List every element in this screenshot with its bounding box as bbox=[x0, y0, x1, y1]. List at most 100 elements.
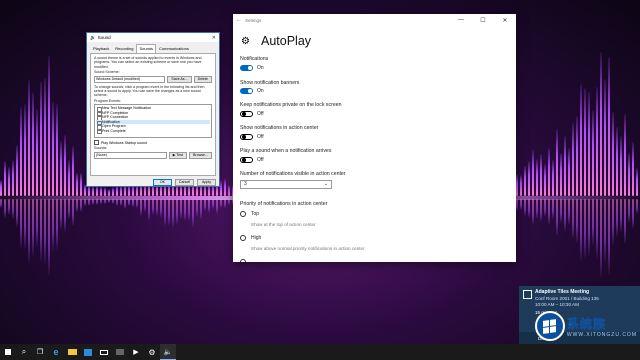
close-icon[interactable]: ✕ bbox=[212, 35, 216, 41]
media-player-icon[interactable]: ▶ bbox=[128, 344, 144, 360]
toggle-switch[interactable] bbox=[240, 88, 253, 94]
radio-button[interactable] bbox=[240, 235, 246, 241]
maximize-icon[interactable]: ☐ bbox=[472, 17, 494, 24]
priority-high-radio[interactable]: High bbox=[240, 235, 261, 241]
file-explorer-icon[interactable] bbox=[64, 344, 80, 360]
tab-recording[interactable]: Recording bbox=[112, 44, 136, 53]
store-icon[interactable] bbox=[80, 344, 96, 360]
program-events-list[interactable]: New Text Message Notification NFP Comple… bbox=[94, 104, 212, 139]
wave-reflection-bar bbox=[212, 199, 214, 210]
wave-bar bbox=[620, 136, 622, 196]
toggle-switch[interactable] bbox=[240, 65, 253, 71]
radio-button[interactable] bbox=[240, 259, 246, 262]
list-item[interactable]: Print Complete bbox=[96, 129, 210, 134]
tab-communications[interactable]: Communications bbox=[156, 44, 192, 53]
wave-bar bbox=[540, 154, 542, 196]
wave-bar bbox=[48, 56, 50, 196]
wave-bar bbox=[548, 148, 550, 196]
wave-bar bbox=[228, 185, 230, 196]
test-button[interactable]: ▶ Test bbox=[168, 151, 188, 159]
wave-bar bbox=[624, 113, 626, 196]
wave-reflection-bar bbox=[624, 199, 626, 245]
wave-bar bbox=[108, 188, 110, 196]
wave-reflection-bar bbox=[200, 199, 202, 220]
wave-reflection-bar bbox=[188, 199, 190, 221]
wave-reflection-bar bbox=[56, 199, 58, 250]
wave-reflection-bar bbox=[564, 199, 566, 232]
wave-bar bbox=[80, 173, 82, 196]
cancel-button[interactable]: Cancel bbox=[175, 179, 194, 186]
sound-titlebar[interactable]: 🔊 Sound ✕ bbox=[87, 33, 219, 42]
checkbox-box[interactable] bbox=[94, 140, 99, 146]
wave-reflection-bar bbox=[524, 199, 526, 216]
tab-playback[interactable]: Playback bbox=[90, 44, 112, 53]
sounds-select[interactable]: (None) bbox=[94, 151, 167, 159]
tab-sounds[interactable]: Sounds bbox=[136, 44, 157, 53]
gear-icon: ⚙ bbox=[241, 35, 250, 47]
task-view-icon[interactable]: ❐ bbox=[32, 344, 48, 360]
photos-icon[interactable] bbox=[112, 344, 128, 360]
notification-count-label: Number of notifications visible in actio… bbox=[240, 171, 346, 177]
priority-top-radio[interactable]: Top bbox=[240, 211, 259, 217]
wave-bar bbox=[600, 51, 602, 196]
wave-bar bbox=[632, 142, 634, 196]
wave-bar bbox=[596, 86, 598, 196]
wave-reflection-bar bbox=[152, 199, 154, 216]
wave-bar bbox=[564, 136, 566, 196]
delete-button[interactable]: Delete bbox=[193, 75, 212, 83]
wave-reflection-bar bbox=[224, 199, 226, 209]
toggle-switch[interactable] bbox=[240, 134, 253, 140]
start-button[interactable] bbox=[0, 344, 16, 360]
lockscreen-toggle[interactable]: Off bbox=[240, 111, 264, 117]
wave-bar bbox=[16, 145, 18, 196]
wave-reflection-bar bbox=[84, 199, 86, 206]
toast-title: Adaptive Tiles Meeting bbox=[535, 289, 590, 295]
wave-reflection-bar bbox=[632, 199, 634, 229]
wave-reflection-bar bbox=[620, 199, 622, 232]
windows-logo-icon bbox=[4, 348, 12, 356]
wave-reflection-bar bbox=[532, 199, 534, 225]
wave-bar bbox=[616, 126, 618, 196]
wave-reflection-bar bbox=[8, 199, 10, 216]
page-title: AutoPlay bbox=[261, 34, 312, 48]
notification-count-dropdown[interactable]: 3 ⌄ bbox=[240, 180, 332, 189]
notifications-toggle[interactable]: On bbox=[240, 65, 264, 71]
radio-button[interactable] bbox=[240, 211, 246, 217]
wave-reflection-bar bbox=[556, 199, 558, 236]
notifications-label: Notifications bbox=[240, 56, 269, 62]
sound-toggle[interactable]: Off bbox=[240, 157, 264, 163]
wave-bar bbox=[568, 148, 570, 196]
wave-bar bbox=[64, 135, 66, 196]
apply-button[interactable]: Apply bbox=[197, 179, 216, 186]
wave-reflection-bar bbox=[536, 199, 538, 220]
edge-icon[interactable]: e bbox=[48, 344, 64, 360]
close-icon[interactable]: ✕ bbox=[494, 17, 516, 24]
sound-scheme-select[interactable]: Windows Default (modified) bbox=[94, 75, 166, 83]
mail-icon[interactable] bbox=[96, 344, 112, 360]
toggle-state: Off bbox=[257, 111, 264, 117]
save-as-button[interactable]: Save As... bbox=[167, 75, 192, 83]
settings-gear-icon[interactable]: ⚙ bbox=[144, 344, 160, 360]
toggle-switch[interactable] bbox=[240, 157, 253, 163]
priority-label: Priority of notifications in action cent… bbox=[240, 201, 328, 207]
sound-app-icon[interactable]: 🔈 bbox=[160, 344, 176, 360]
priority-normal-radio[interactable] bbox=[240, 259, 246, 262]
browse-button[interactable]: Browse... bbox=[189, 151, 212, 159]
ok-button[interactable]: OK bbox=[153, 179, 172, 186]
back-arrow-icon[interactable]: ← bbox=[233, 17, 245, 23]
banners-toggle[interactable]: On bbox=[240, 88, 264, 94]
wave-reflection-bar bbox=[572, 199, 574, 240]
wave-reflection-bar bbox=[136, 199, 138, 208]
startup-sound-checkbox[interactable]: Play Windows Startup sound bbox=[94, 140, 212, 146]
startup-sound-label: Play Windows Startup sound bbox=[101, 140, 147, 145]
toggle-switch[interactable] bbox=[240, 111, 253, 117]
watermark-url: WWW.XITONGZU.COM bbox=[566, 332, 637, 338]
search-icon[interactable]: ⌕ bbox=[16, 344, 32, 360]
sound-dialog-title: Sound bbox=[97, 35, 111, 40]
wave-bar bbox=[44, 78, 46, 196]
wave-reflection-bar bbox=[12, 199, 14, 219]
settings-titlebar[interactable]: ← Settings — ☐ ✕ bbox=[233, 14, 516, 26]
minimize-icon[interactable]: — bbox=[450, 17, 472, 23]
action-center-toggle[interactable]: Off bbox=[240, 134, 264, 140]
wave-bar bbox=[628, 152, 630, 196]
